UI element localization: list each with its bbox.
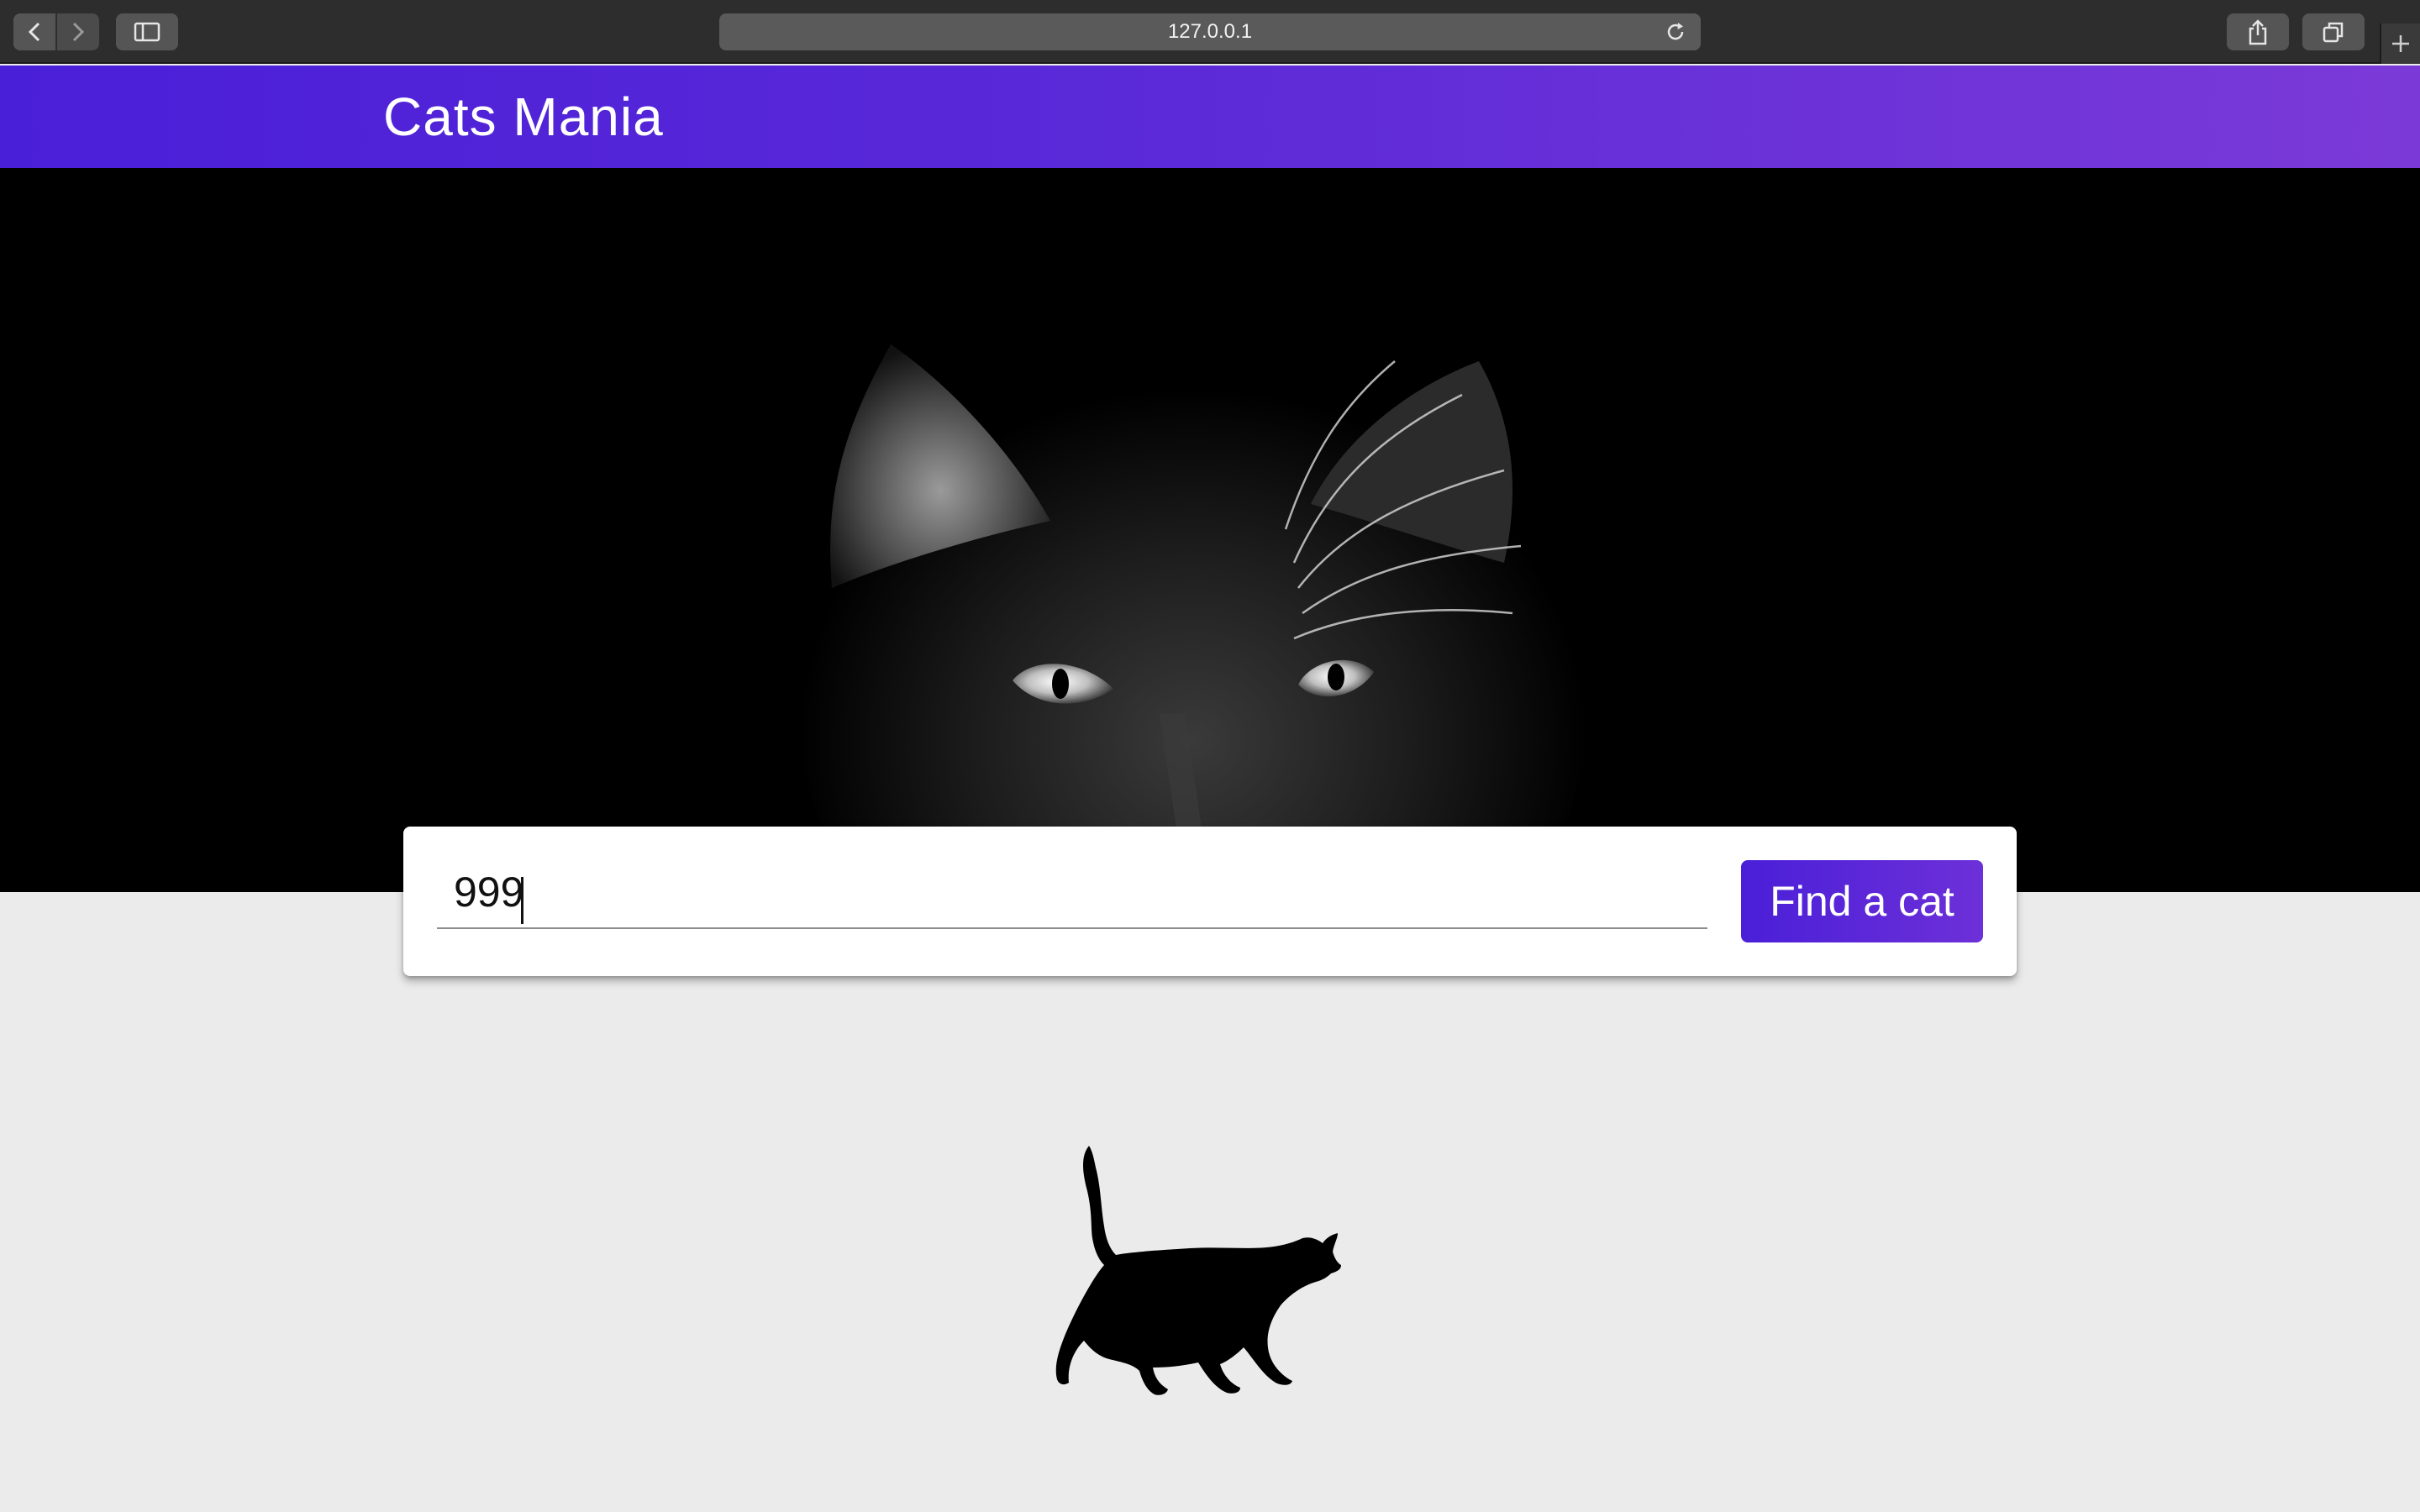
reload-icon[interactable]	[1664, 20, 1687, 44]
app-header: Cats Mania	[0, 66, 2420, 168]
share-icon	[2249, 19, 2267, 45]
walking-cat-image	[1055, 1146, 1341, 1395]
tabs-overview-button[interactable]	[2302, 13, 2365, 50]
forward-button[interactable]	[57, 13, 99, 50]
new-tab-button[interactable]	[2380, 24, 2420, 64]
tabs-icon	[2323, 22, 2344, 43]
new-tab-icon	[2392, 35, 2409, 52]
find-cat-button[interactable]: Find a cat	[1741, 860, 1983, 942]
address-bar[interactable]: 127.0.0.1	[719, 13, 1701, 50]
browser-toolbar: 127.0.0.1	[0, 0, 2420, 64]
url-text: 127.0.0.1	[1167, 20, 1253, 43]
sidebar-icon	[134, 22, 160, 42]
back-button[interactable]	[13, 13, 55, 50]
hero-banner	[0, 168, 2420, 892]
back-icon	[28, 22, 40, 42]
share-button[interactable]	[2227, 13, 2289, 50]
search-card: Find a cat	[403, 827, 2017, 976]
forward-icon	[72, 22, 85, 42]
cat-face-image	[0, 168, 2420, 892]
sidebar-toggle-button[interactable]	[116, 13, 178, 50]
app-title: Cats Mania	[383, 87, 664, 147]
nav-buttons	[13, 13, 99, 50]
cat-search-input[interactable]	[437, 857, 1707, 929]
text-cursor	[521, 877, 523, 924]
